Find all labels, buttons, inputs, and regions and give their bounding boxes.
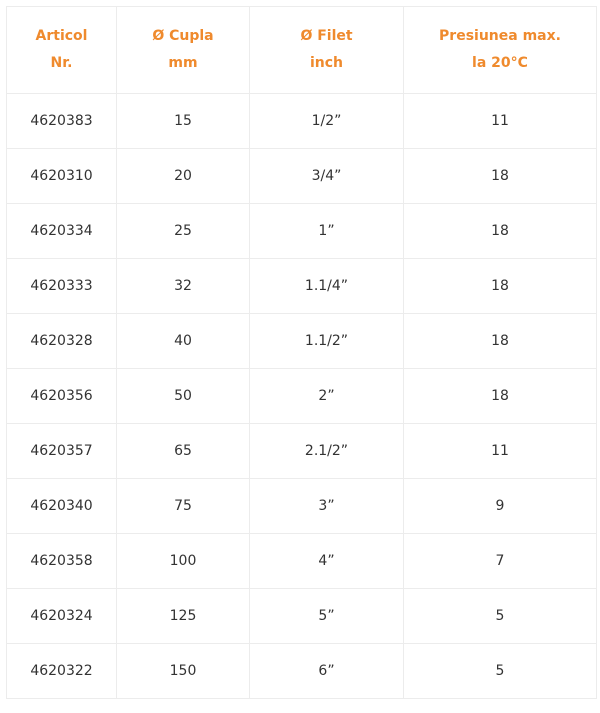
cell-filet: 1/2” bbox=[249, 93, 404, 149]
cell-articol: 4620310 bbox=[6, 148, 117, 204]
cell-articol: 4620324 bbox=[6, 588, 117, 644]
table-row: 4620310 20 3/4” 18 bbox=[6, 148, 597, 204]
product-spec-table: Articol Nr. Ø Cupla mm Ø Filet inch Pres… bbox=[6, 6, 597, 699]
cell-presiune: 18 bbox=[403, 258, 597, 314]
cell-cupla: 50 bbox=[116, 368, 250, 424]
header-line: Nr. bbox=[50, 55, 73, 71]
cell-presiune: 18 bbox=[403, 313, 597, 369]
header-presiune: Presiunea max. la 20°C bbox=[403, 6, 597, 94]
cell-cupla: 100 bbox=[116, 533, 250, 589]
cell-articol: 4620334 bbox=[6, 203, 117, 259]
cell-cupla: 65 bbox=[116, 423, 250, 479]
table-row: 4620334 25 1” 18 bbox=[6, 203, 597, 259]
cell-filet: 1” bbox=[249, 203, 404, 259]
cell-articol: 4620356 bbox=[6, 368, 117, 424]
header-articol: Articol Nr. bbox=[6, 6, 117, 94]
header-row: Articol Nr. Ø Cupla mm Ø Filet inch Pres… bbox=[6, 6, 597, 94]
cell-articol: 4620358 bbox=[6, 533, 117, 589]
cell-articol: 4620333 bbox=[6, 258, 117, 314]
cell-articol: 4620383 bbox=[6, 93, 117, 149]
cell-filet: 1.1/4” bbox=[249, 258, 404, 314]
cell-articol: 4620357 bbox=[6, 423, 117, 479]
table-row: 4620328 40 1.1/2” 18 bbox=[6, 313, 597, 369]
table-body: 4620383 15 1/2” 11 4620310 20 3/4” 18 46… bbox=[6, 93, 597, 699]
header-line: Ø Cupla bbox=[152, 28, 214, 44]
table-row: 4620358 100 4” 7 bbox=[6, 533, 597, 589]
table-row: 4620357 65 2.1/2” 11 bbox=[6, 423, 597, 479]
cell-presiune: 5 bbox=[403, 643, 597, 699]
table-row: 4620333 32 1.1/4” 18 bbox=[6, 258, 597, 314]
cell-cupla: 25 bbox=[116, 203, 250, 259]
cell-filet: 2” bbox=[249, 368, 404, 424]
cell-presiune: 5 bbox=[403, 588, 597, 644]
header-cupla: Ø Cupla mm bbox=[116, 6, 250, 94]
cell-presiune: 18 bbox=[403, 203, 597, 259]
header-line: la 20°C bbox=[472, 55, 528, 71]
cell-filet: 1.1/2” bbox=[249, 313, 404, 369]
cell-presiune: 11 bbox=[403, 423, 597, 479]
table-row: 4620324 125 5” 5 bbox=[6, 588, 597, 644]
cell-cupla: 75 bbox=[116, 478, 250, 534]
cell-presiune: 7 bbox=[403, 533, 597, 589]
header-line: Ø Filet bbox=[300, 28, 353, 44]
table-row: 4620356 50 2” 18 bbox=[6, 368, 597, 424]
header-line: Presiunea max. bbox=[439, 28, 561, 44]
cell-articol: 4620322 bbox=[6, 643, 117, 699]
cell-articol: 4620328 bbox=[6, 313, 117, 369]
cell-filet: 4” bbox=[249, 533, 404, 589]
table-row: 4620322 150 6” 5 bbox=[6, 643, 597, 699]
cell-presiune: 11 bbox=[403, 93, 597, 149]
cell-presiune: 9 bbox=[403, 478, 597, 534]
table-row: 4620383 15 1/2” 11 bbox=[6, 93, 597, 149]
cell-cupla: 15 bbox=[116, 93, 250, 149]
cell-cupla: 150 bbox=[116, 643, 250, 699]
header-line: Articol bbox=[35, 28, 88, 44]
cell-cupla: 32 bbox=[116, 258, 250, 314]
table-header: Articol Nr. Ø Cupla mm Ø Filet inch Pres… bbox=[6, 6, 597, 94]
cell-cupla: 125 bbox=[116, 588, 250, 644]
cell-filet: 3/4” bbox=[249, 148, 404, 204]
cell-filet: 5” bbox=[249, 588, 404, 644]
header-line: mm bbox=[168, 55, 198, 71]
cell-presiune: 18 bbox=[403, 148, 597, 204]
table-row: 4620340 75 3” 9 bbox=[6, 478, 597, 534]
cell-cupla: 40 bbox=[116, 313, 250, 369]
cell-filet: 2.1/2” bbox=[249, 423, 404, 479]
cell-filet: 6” bbox=[249, 643, 404, 699]
cell-presiune: 18 bbox=[403, 368, 597, 424]
cell-filet: 3” bbox=[249, 478, 404, 534]
cell-articol: 4620340 bbox=[6, 478, 117, 534]
cell-cupla: 20 bbox=[116, 148, 250, 204]
header-line: inch bbox=[309, 55, 344, 71]
header-filet: Ø Filet inch bbox=[249, 6, 404, 94]
